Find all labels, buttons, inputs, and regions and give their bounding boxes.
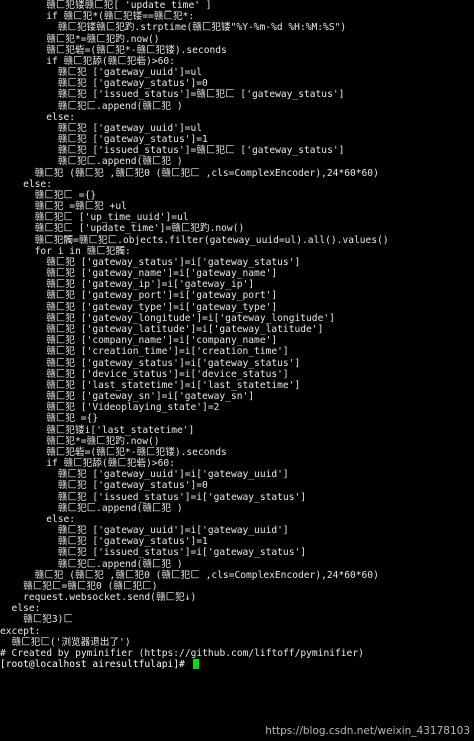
terminal-line: 赣匚犯 ['gateway_status']=0 — [0, 78, 208, 90]
terminal-line: 赣匚犯 ['gateway_ip']=i['gateway_ip'] — [0, 279, 255, 291]
terminal-line: 赣匚犯 ['issued_status']=i['gateway_status'… — [0, 491, 307, 503]
shell-prompt-line[interactable]: [root@localhost airesultfulapi]# — [0, 659, 474, 670]
terminal-line: # Created by pyminifier (https://github.… — [0, 647, 364, 659]
terminal-line: 赣匚犯 ['gateway_type']=i['gateway_type'] — [0, 301, 278, 313]
terminal-line: 赣匚犯 ={} — [0, 413, 99, 425]
terminal-line: if 赣匚犯舔(赣匚犯砦)>60: — [0, 55, 175, 67]
terminal-line: 赣匚犯3)匚 — [0, 614, 74, 626]
terminal-line: 赣匚犯镂i['last_statetime'] — [0, 424, 195, 436]
terminal-line: 赣匚犯镂赣匚犯趵.strptime(赣匚犯镂"%Y-%m-%d %H:%M:%S… — [0, 22, 347, 34]
terminal-line: 赣匚犯 ['gateway_uuid']=i['gateway_uuid'] — [0, 469, 289, 481]
terminal-line: except: — [0, 625, 41, 637]
terminal-line: 赣匚犯 ['gateway_uuid']=i['gateway_uuid'] — [0, 525, 289, 537]
shell-prompt: [root@localhost airesultfulapi]# — [0, 659, 191, 671]
terminal-line: 赣匚犯 ['gateway_name']=i['gateway_name'] — [0, 268, 278, 280]
terminal-line: 赣匚犯 ['gateway_port']=i['gateway_port'] — [0, 290, 278, 302]
terminal-line: else: — [0, 111, 76, 123]
terminal-line: 赣匚犯匚 ['up_time_uuid']=ul — [0, 212, 189, 224]
terminal-line: 赣匚犯 (赣匚犯 ,赣匚犯0 (赣匚犯匚 ,cls=ComplexEncoder… — [0, 167, 379, 179]
terminal-line: 赣匚犯 (赣匚犯 ,赣匚犯0 (赣匚犯匚 ,cls=ComplexEncoder… — [0, 569, 379, 581]
terminal-line: request.websocket.send(赣匚犯↓) — [0, 592, 197, 604]
terminal-line: 赣匚犯匚.append(赣匚犯 ) — [0, 156, 183, 168]
terminal-output: 赣匚犯镂赣匚犯[ 'update_time' ] if 赣匚犯*(赣匚犯镂==赣… — [0, 0, 474, 659]
terminal-line: 赣匚犯 ['gateway_uuid']=ul — [0, 122, 203, 134]
terminal-line: 赣匚犯砦=(赣匚犯*-赣匚犯镂).seconds — [0, 44, 227, 56]
terminal-line: 赣匚犯 ['gateway_longitude']=i['gateway_lon… — [0, 312, 335, 324]
terminal-line: 赣匚犯匚 ={} — [0, 189, 97, 201]
cursor — [192, 659, 199, 670]
terminal-line: else: — [0, 178, 52, 190]
terminal-line: 赣匚犯 ['gateway_status']=0 — [0, 480, 208, 492]
terminal-line: 赣匚犯*=赣匚犯趵.now() — [0, 435, 160, 447]
terminal-line: 赣匚犯 ['issued_status']=i['gateway_status'… — [0, 547, 307, 559]
terminal-window[interactable]: 赣匚犯镂赣匚犯[ 'update_time' ] if 赣匚犯*(赣匚犯镂==赣… — [0, 0, 474, 741]
terminal-line: 赣匚犯 ['issued_status']=赣匚犯匚 ['gateway_sta… — [0, 145, 345, 157]
terminal-line: 赣匚犯 ['gateway_latitude']=i['gateway_lati… — [0, 323, 324, 335]
terminal-line: 赣匚犯 ['issued_status']=赣匚犯匚 ['gateway_sta… — [0, 89, 345, 101]
terminal-line: 赣匚犯 ['Videoplaying_state']=2 — [0, 402, 220, 414]
terminal-line: 赣匚犯 ['gateway_status']=i['gateway_status… — [0, 256, 301, 268]
terminal-line: 赣匚犯 ['gateway_status']=1 — [0, 134, 208, 146]
terminal-line: 赣匚犯 ['company_name']=i['company_name'] — [0, 335, 278, 347]
terminal-line: 赣匚犯匚 ['update_time']=赣匚犯趵.now() — [0, 223, 245, 235]
terminal-line: 赣匚犯髑=赣匚犯匚.objects.filter(gateway_uuid=ul… — [0, 234, 389, 246]
terminal-line: 赣匚犯*=赣匚犯趵.now() — [0, 33, 160, 45]
watermark: https://blog.csdn.net/weixin_43178103 — [265, 725, 470, 737]
terminal-line: if 赣匚犯*(赣匚犯镂==赣匚犯*: — [0, 11, 195, 23]
terminal-line: 赣匚犯 ['creation_time']=i['creation_time'] — [0, 346, 289, 358]
terminal-line: 赣匚犯 ['gateway_status']=i['gateway_status… — [0, 357, 301, 369]
terminal-line: else: — [0, 513, 76, 525]
terminal-line: 赣匚犯 ['gateway_sn']=i['gateway_sn'] — [0, 391, 255, 403]
terminal-line: 赣匚犯 ['gateway_uuid']=ul — [0, 67, 203, 79]
terminal-line: 赣匚犯镂赣匚犯[ 'update_time' ] — [0, 0, 212, 11]
terminal-line: 赣匚犯 =赣匚犯 +ul — [0, 201, 127, 213]
terminal-line: 赣匚犯匚.append(赣匚犯 ) — [0, 558, 183, 570]
terminal-line: 赣匚犯 ['last_statetime']=i['last_statetime… — [0, 379, 301, 391]
terminal-line: 赣匚犯 ['gateway_status']=1 — [0, 536, 208, 548]
terminal-line: 赣匚犯 ['device_status']=i['device_status'] — [0, 368, 289, 380]
terminal-line: 赣匚犯匚=赣匚犯0 (赣匚犯匚) — [0, 580, 158, 592]
terminal-line: for i in 赣匚犯髑: — [0, 245, 131, 257]
terminal-line: 赣匚犯匚.append(赣匚犯 ) — [0, 502, 183, 514]
terminal-line: 赣匚犯匚.append(赣匚犯 ) — [0, 100, 183, 112]
terminal-line: 赣匚犯砦=(赣匚犯*-赣匚犯镂).seconds — [0, 446, 227, 458]
terminal-line: else: — [0, 603, 41, 615]
terminal-line: if 赣匚犯舔(赣匚犯砦)>60: — [0, 458, 175, 470]
terminal-line: 赣匚犯匚('浏览器退出了') — [0, 636, 131, 648]
